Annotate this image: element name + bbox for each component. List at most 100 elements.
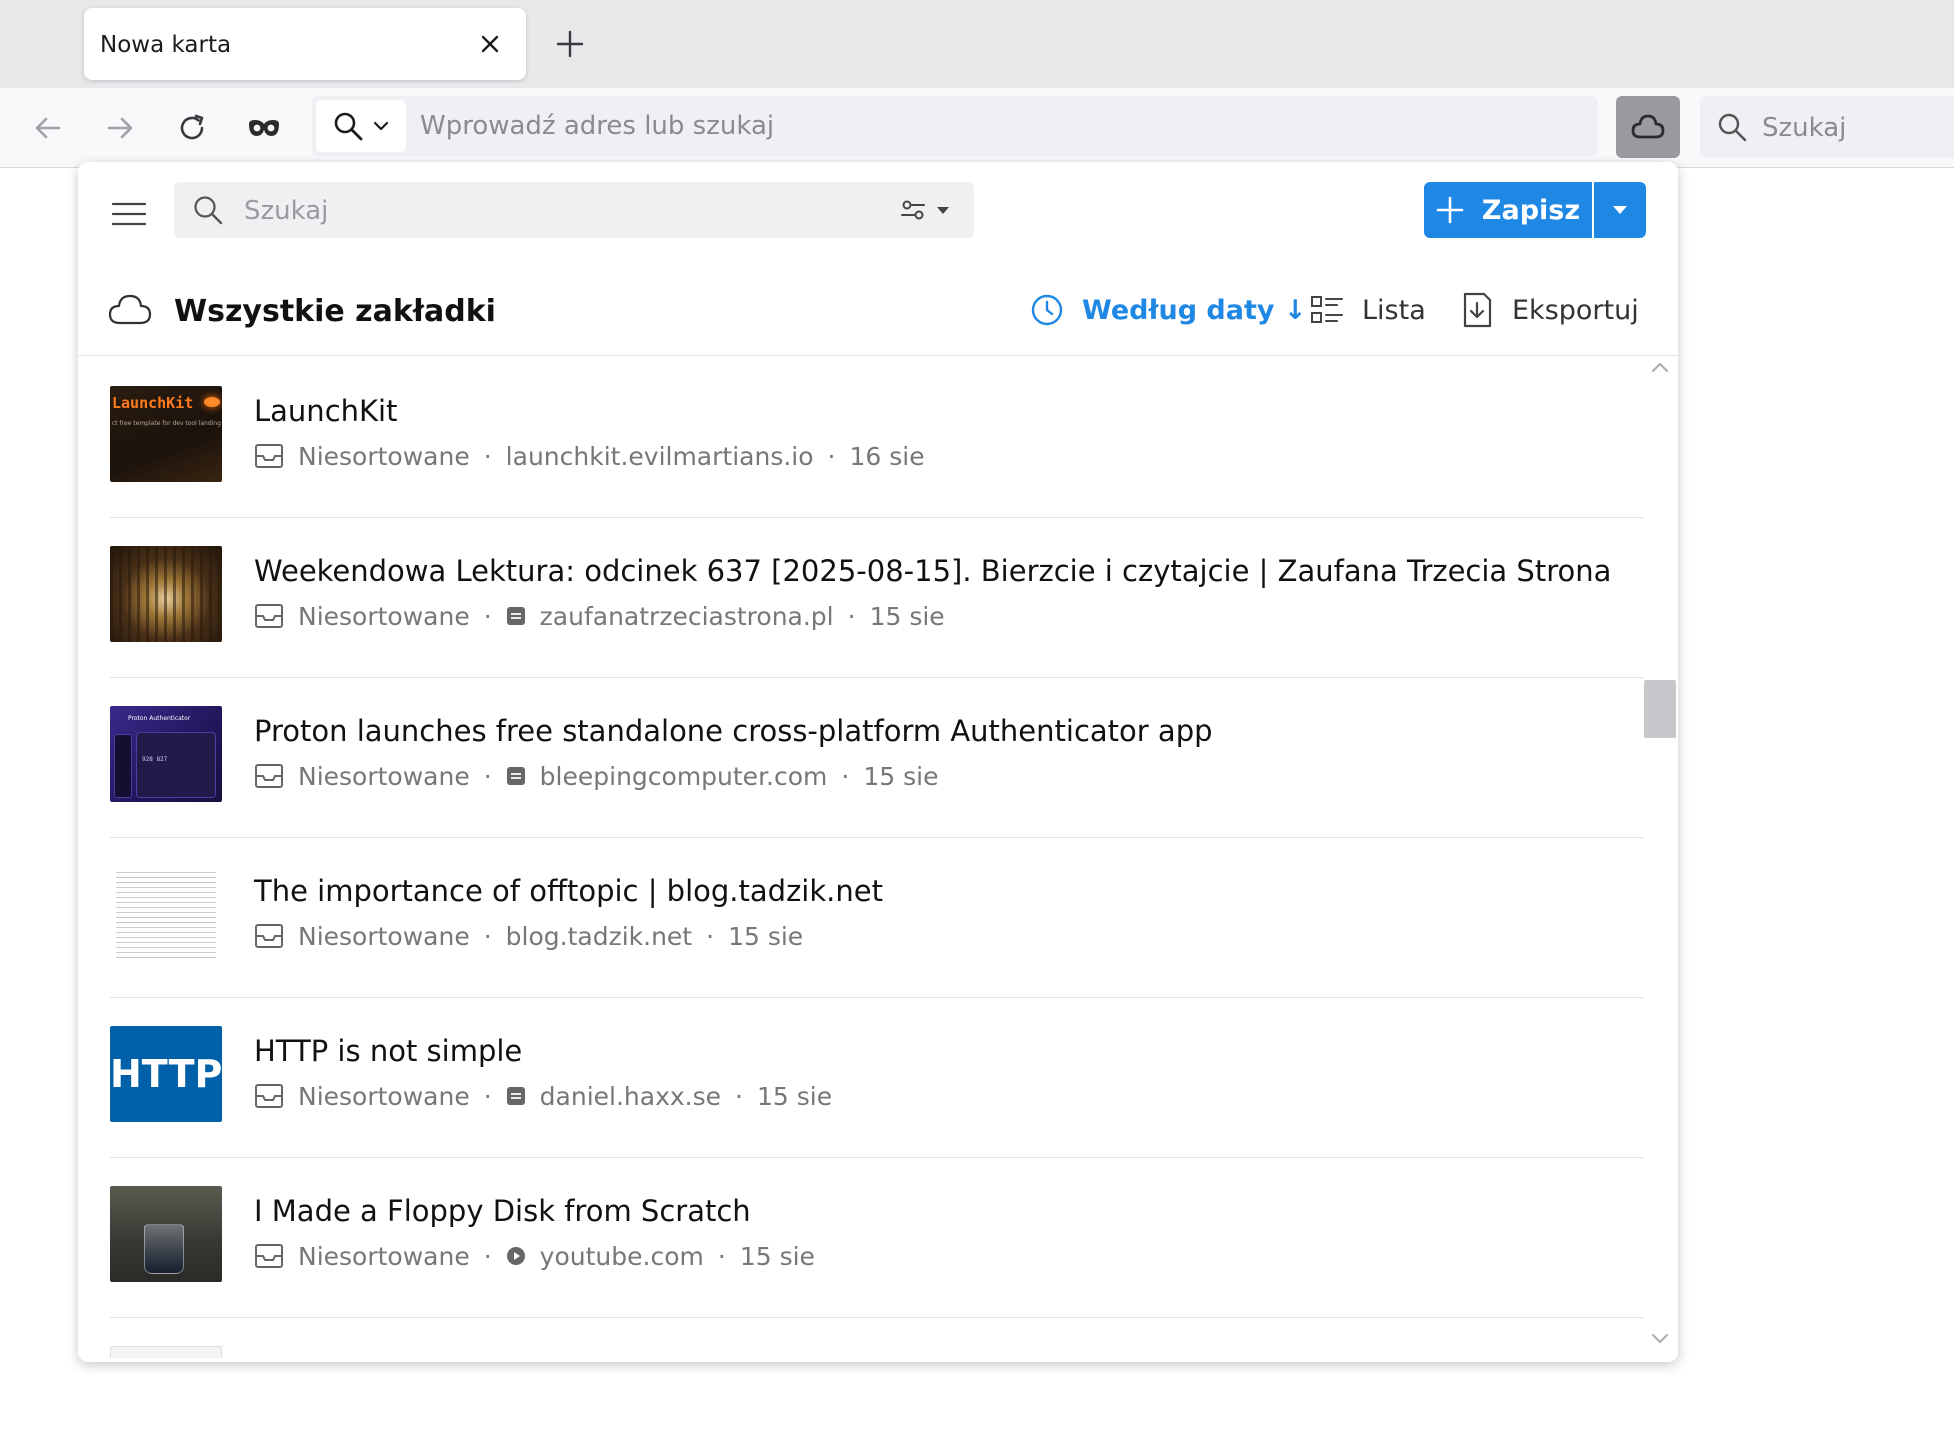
bookmark-thumbnail: Proton Authenticator 928 827 (110, 706, 222, 802)
domain: youtube.com (539, 1241, 704, 1271)
domain: daniel.haxx.se (539, 1081, 722, 1111)
reload-icon (180, 114, 204, 140)
collection-name[interactable]: Niesortowane (298, 922, 470, 951)
search-icon (194, 196, 223, 225)
save-button[interactable]: Zapisz (1424, 182, 1592, 238)
thumbnail-text: Proton Authenticator (128, 715, 191, 722)
sort-button[interactable]: Według daty ↓ (1030, 288, 1307, 332)
collection-name[interactable]: Niesortowane (298, 602, 470, 631)
bookmark-title[interactable]: HTTP is not simple (254, 1034, 522, 1068)
search-engine-button[interactable] (316, 100, 406, 152)
bookmark-thumbnail: LaunchKit ct free template for dev tool … (110, 386, 222, 482)
view-mode-button[interactable]: Lista (1310, 288, 1426, 332)
caret-down-icon (1613, 206, 1627, 214)
save-label: Zapisz (1481, 194, 1581, 226)
bookmark-item[interactable]: LaunchKit ct free template for dev tool … (110, 358, 1644, 518)
menu-icon[interactable] (112, 200, 146, 228)
bookmark-title[interactable]: I Made a Floppy Disk from Scratch (254, 1194, 751, 1228)
bookmark-thumbnail (110, 866, 222, 962)
article-icon (506, 1087, 525, 1105)
bookmark-item-partial[interactable] (110, 1318, 1644, 1358)
export-button[interactable]: Eksportuj (1460, 288, 1639, 332)
bookmark-item[interactable]: HTTP HTTP is not simple Niesortowane · d… (110, 998, 1644, 1158)
bookmark-thumbnail (110, 1186, 222, 1282)
text-page-preview (116, 872, 216, 958)
inbox-icon (255, 604, 283, 628)
bookmark-thumbnail (110, 1346, 222, 1358)
bookmark-meta: Niesortowane · bleepingcomputer.com · 15… (254, 760, 938, 792)
bookmark-item[interactable]: Weekendowa Lektura: odcinek 637 [2025-08… (110, 518, 1644, 678)
collection-name[interactable]: Niesortowane (298, 442, 470, 471)
article-icon (506, 607, 525, 625)
bookmark-meta: Niesortowane · daniel.haxx.se · 15 sie (254, 1080, 832, 1112)
arrow-right-icon (107, 117, 133, 139)
tab-title: Nowa karta (100, 32, 232, 58)
bookmark-title[interactable]: LaunchKit (254, 394, 397, 428)
url-input[interactable]: Wprowadź adres lub szukaj (420, 111, 774, 141)
thumbnail-subtext: ct free template for dev tool landing (112, 420, 221, 427)
date: 15 sie (728, 921, 804, 951)
bookmark-item[interactable]: The importance of offtopic | blog.tadzik… (110, 838, 1644, 998)
bookmark-meta: Niesortowane · zaufanatrzeciastrona.pl ·… (254, 600, 945, 632)
url-bar[interactable]: Wprowadź adres lub szukaj (312, 96, 1598, 156)
plus-icon (1436, 196, 1464, 224)
bookmark-title[interactable]: The importance of offtopic | blog.tadzik… (254, 874, 883, 908)
raindrop-extension-button[interactable] (1616, 96, 1680, 158)
inbox-icon (255, 924, 283, 948)
collection-name[interactable]: Niesortowane (298, 1082, 470, 1111)
download-file-icon (1463, 292, 1492, 328)
close-icon[interactable] (474, 28, 506, 60)
collection-name[interactable]: Niesortowane (298, 1242, 470, 1271)
bookmark-search-box[interactable]: Szukaj (174, 182, 974, 238)
caret-down-icon (937, 207, 949, 214)
browser-search-input[interactable]: Szukaj (1762, 113, 1846, 143)
sort-label: Według daty ↓ (1082, 294, 1307, 326)
scrollbar-thumb[interactable] (1644, 680, 1676, 738)
bookmark-title[interactable]: Weekendowa Lektura: odcinek 637 [2025-08… (254, 554, 1611, 588)
scroll-up-arrow-icon[interactable] (1650, 360, 1670, 374)
date: 15 sie (757, 1081, 833, 1111)
phone-screenshot (114, 734, 132, 798)
forward-button[interactable] (100, 108, 140, 148)
search-icon (1718, 113, 1747, 142)
date: 16 sie (849, 441, 925, 471)
back-button[interactable] (28, 108, 68, 148)
chevron-down-icon (373, 121, 389, 131)
bookmark-meta: Niesortowane · blog.tadzik.net · 15 sie (254, 920, 803, 952)
arrow-left-icon (35, 117, 61, 139)
bookmark-item[interactable]: Proton Authenticator 928 827 Proton laun… (110, 678, 1644, 838)
inbox-icon (255, 1244, 283, 1268)
inbox-icon (255, 764, 283, 788)
thumbnail-subtext: 928 827 (142, 756, 168, 763)
collection-header: Wszystkie zakładki Według daty ↓ Lista E… (78, 268, 1678, 356)
save-options-button[interactable] (1594, 182, 1646, 238)
date: 15 sie (869, 601, 945, 631)
video-icon (506, 1247, 525, 1265)
collection-name[interactable]: Niesortowane (298, 762, 470, 791)
search-filter-button[interactable] (900, 194, 960, 226)
search-icon (334, 112, 363, 141)
bookmark-item[interactable]: I Made a Floppy Disk from Scratch Niesor… (110, 1158, 1644, 1318)
scroll-down-arrow-icon[interactable] (1650, 1332, 1670, 1346)
bookmark-list: LaunchKit ct free template for dev tool … (78, 358, 1678, 1358)
tab-new-tab[interactable]: Nowa karta (84, 8, 526, 80)
search-input[interactable]: Szukaj (244, 196, 328, 226)
new-tab-icon[interactable] (552, 26, 588, 62)
browser-search-box[interactable]: Szukaj (1700, 96, 1954, 158)
tab-strip: Nowa karta (0, 0, 1954, 88)
thumbnail-text: HTTP (110, 1052, 222, 1096)
bookmark-meta: Niesortowane · youtube.com · 15 sie (254, 1240, 815, 1272)
app-screenshot (136, 732, 216, 798)
glass-jar-image (144, 1224, 184, 1274)
bookmark-title[interactable]: Proton launches free standalone cross-pl… (254, 714, 1213, 748)
date: 15 sie (739, 1241, 815, 1271)
inbox-icon (255, 444, 283, 468)
private-mask-icon (249, 120, 279, 136)
bookmark-meta: Niesortowane · launchkit.evilmartians.io… (254, 440, 925, 472)
reload-button[interactable] (172, 108, 212, 148)
inbox-icon (255, 1084, 283, 1108)
domain: launchkit.evilmartians.io (505, 441, 814, 471)
export-label: Eksportuj (1512, 294, 1639, 326)
private-browsing-button[interactable] (244, 108, 284, 148)
domain: bleepingcomputer.com (539, 761, 828, 791)
